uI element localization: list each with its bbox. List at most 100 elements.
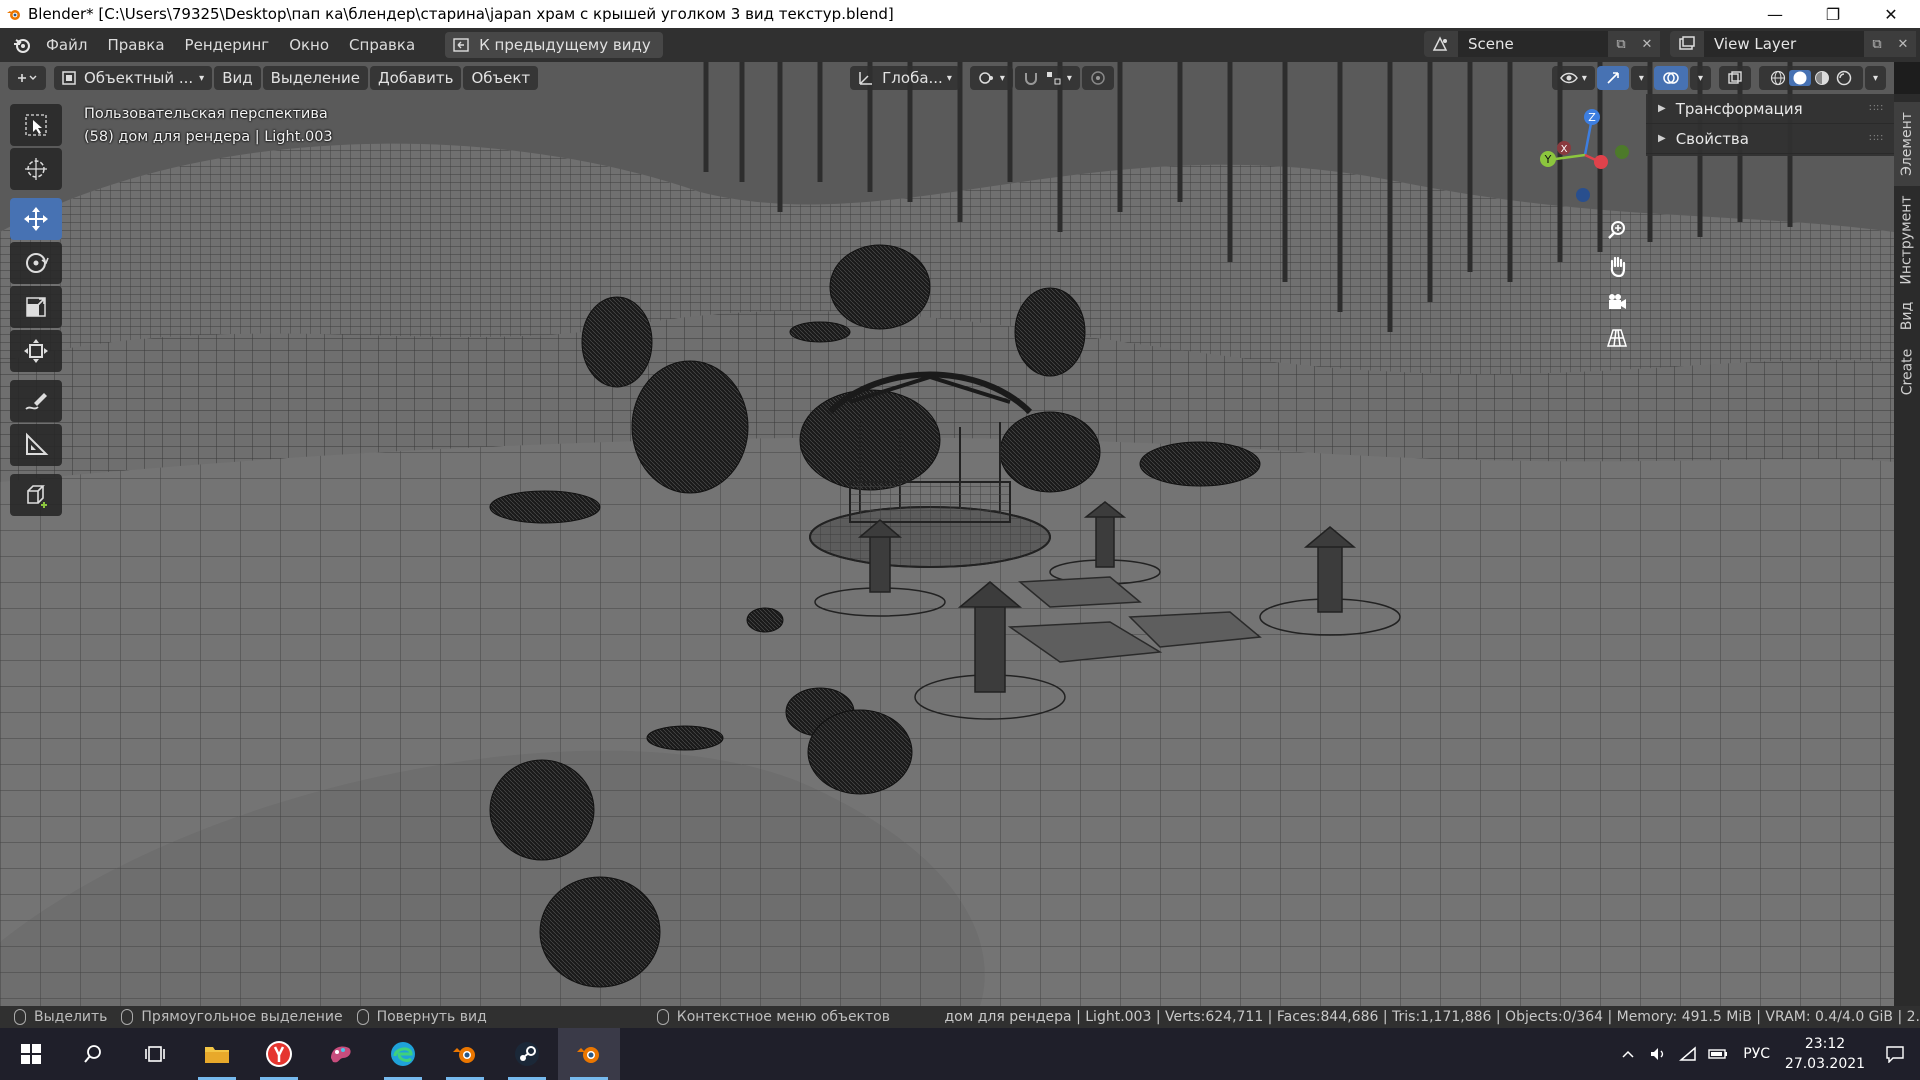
add-cube-tool[interactable] bbox=[10, 474, 62, 516]
steam-button[interactable] bbox=[496, 1028, 558, 1080]
shading-options-button[interactable]: ▾ bbox=[1864, 66, 1886, 90]
new-view-layer-icon[interactable]: ⧉ bbox=[1864, 31, 1890, 57]
menu-window[interactable]: Окно bbox=[279, 31, 339, 59]
search-button[interactable] bbox=[62, 1028, 124, 1080]
gizmo-options-button[interactable]: ▾ bbox=[1630, 66, 1652, 90]
viewport-active-object-label: (58) дом для рендера | Light.003 bbox=[84, 129, 333, 145]
overlays-toggle-button[interactable] bbox=[1653, 66, 1688, 90]
hint-context-label: Контекстное меню объектов bbox=[676, 1009, 890, 1025]
mouse-right-icon bbox=[656, 1009, 669, 1025]
new-scene-icon[interactable]: ⧉ bbox=[1608, 31, 1634, 57]
view-layer-icon[interactable] bbox=[1670, 31, 1704, 57]
rotate-tool[interactable] bbox=[10, 242, 62, 284]
tab-tool[interactable]: Инструмент bbox=[1894, 190, 1920, 290]
orientation-label: Глоба... bbox=[882, 69, 943, 87]
scene-statistics: дом для рендера | Light.003 | Verts:624,… bbox=[944, 1009, 1920, 1025]
scale-tool[interactable] bbox=[10, 286, 62, 328]
minimize-button[interactable]: — bbox=[1746, 0, 1804, 28]
language-indicator[interactable]: РУС bbox=[1733, 1046, 1780, 1062]
blender-icon bbox=[453, 1047, 475, 1063]
panel-properties[interactable]: ▶ Свойства ∷∷ bbox=[1646, 124, 1894, 154]
blender-taskbar-button-1[interactable] bbox=[434, 1028, 496, 1080]
edge-browser-button[interactable] bbox=[372, 1028, 434, 1080]
pan-hand-icon[interactable] bbox=[1602, 248, 1632, 284]
delete-scene-icon[interactable]: ✕ bbox=[1634, 31, 1660, 57]
windows-taskbar: РУС 23:12 27.03.2021 bbox=[0, 1028, 1920, 1080]
menu-select[interactable]: Выделение bbox=[262, 66, 368, 90]
notifications-icon[interactable] bbox=[1870, 1045, 1920, 1063]
blender-taskbar-button-2[interactable] bbox=[558, 1028, 620, 1080]
chevron-up-icon[interactable] bbox=[1613, 1049, 1643, 1059]
tab-create[interactable]: Create bbox=[1894, 342, 1920, 402]
gizmo-neg-y-axis[interactable] bbox=[1615, 145, 1629, 159]
wireframe-shading-icon[interactable] bbox=[1767, 70, 1789, 86]
mouse-drag-icon bbox=[121, 1009, 134, 1025]
maximize-button[interactable]: ❐ bbox=[1804, 0, 1862, 28]
drag-grip-icon[interactable]: ∷∷ bbox=[1869, 103, 1884, 114]
xray-toggle-button[interactable] bbox=[1718, 66, 1751, 90]
perspective-toggle-icon[interactable] bbox=[1602, 320, 1632, 356]
editor-type-button[interactable] bbox=[8, 66, 46, 90]
app-button-paint[interactable] bbox=[310, 1028, 372, 1080]
yandex-browser-button[interactable] bbox=[248, 1028, 310, 1080]
select-box-tool[interactable] bbox=[10, 104, 62, 146]
window-titlebar: Blender* [C:\Users\79325\Desktop\пап ка\… bbox=[0, 0, 1920, 28]
view-layer-name-field[interactable]: View Layer bbox=[1704, 31, 1864, 57]
scene-icon[interactable] bbox=[1424, 31, 1458, 57]
gizmo-toggle-button[interactable] bbox=[1596, 66, 1629, 90]
mode-dropdown[interactable]: Объектный ... ▾ bbox=[54, 66, 213, 90]
windows-logo-icon bbox=[21, 1044, 41, 1064]
battery-icon[interactable] bbox=[1703, 1048, 1733, 1060]
move-tool[interactable] bbox=[10, 198, 62, 240]
cursor-tool[interactable] bbox=[10, 148, 62, 190]
panel-transform[interactable]: ▶ Трансформация ∷∷ bbox=[1646, 94, 1894, 124]
back-icon bbox=[453, 38, 469, 52]
back-to-previous-button[interactable]: К предыдущему виду bbox=[445, 32, 663, 58]
blender-menu-icon[interactable] bbox=[8, 31, 36, 59]
tab-item[interactable]: Элемент bbox=[1894, 102, 1920, 186]
hint-select: Выделить bbox=[14, 1009, 107, 1025]
pivot-point-button[interactable]: ▾ bbox=[969, 66, 1013, 90]
menu-object[interactable]: Объект bbox=[463, 66, 539, 90]
scene-name-field[interactable]: Scene bbox=[1458, 31, 1608, 57]
transform-tool[interactable] bbox=[10, 330, 62, 372]
navigation-gizmo[interactable]: Z Y X bbox=[1530, 100, 1640, 210]
menu-help[interactable]: Справка bbox=[339, 31, 425, 59]
material-shading-icon[interactable] bbox=[1811, 70, 1833, 86]
menu-view[interactable]: Вид bbox=[214, 66, 261, 90]
solid-shading-icon[interactable] bbox=[1788, 70, 1811, 86]
menu-render[interactable]: Рендеринг bbox=[175, 31, 280, 59]
menu-file[interactable]: Файл bbox=[36, 31, 97, 59]
proportional-edit-button[interactable] bbox=[1081, 66, 1114, 90]
view-layer-selector[interactable]: View Layer ⧉ ✕ bbox=[1670, 31, 1916, 57]
gizmo-icon bbox=[1607, 72, 1619, 84]
menu-edit[interactable]: Правка bbox=[97, 31, 174, 59]
tab-view[interactable]: Вид bbox=[1894, 294, 1920, 338]
camera-view-icon[interactable] bbox=[1602, 284, 1632, 320]
zoom-icon[interactable] bbox=[1602, 212, 1632, 248]
orientation-dropdown[interactable]: Глоба... ▾ bbox=[850, 66, 960, 90]
scene-selector[interactable]: Scene ⧉ ✕ bbox=[1424, 31, 1660, 57]
gizmo-x-axis[interactable] bbox=[1594, 155, 1608, 169]
file-explorer-button[interactable] bbox=[186, 1028, 248, 1080]
close-button[interactable]: ✕ bbox=[1862, 0, 1920, 28]
visibility-button[interactable]: ▾ bbox=[1551, 66, 1595, 90]
clock[interactable]: 23:12 27.03.2021 bbox=[1780, 1034, 1870, 1074]
gizmo-neg-z-axis[interactable] bbox=[1576, 188, 1590, 202]
rendered-shading-icon[interactable] bbox=[1833, 70, 1855, 86]
chevron-down-icon: ▾ bbox=[1066, 72, 1072, 84]
measure-tool[interactable] bbox=[10, 424, 62, 466]
annotate-tool[interactable] bbox=[10, 380, 62, 422]
task-view-button[interactable] bbox=[124, 1028, 186, 1080]
network-icon[interactable] bbox=[1673, 1046, 1703, 1062]
volume-icon[interactable] bbox=[1643, 1046, 1673, 1062]
tab-create-label: Create bbox=[1899, 348, 1915, 396]
menu-add[interactable]: Добавить bbox=[369, 66, 462, 90]
snap-button[interactable]: ▾ bbox=[1014, 66, 1080, 90]
start-button[interactable] bbox=[0, 1028, 62, 1080]
clock-time: 23:12 bbox=[1804, 1036, 1846, 1052]
overlays-options-button[interactable]: ▾ bbox=[1689, 66, 1711, 90]
delete-view-layer-icon[interactable]: ✕ bbox=[1890, 31, 1916, 57]
drag-grip-icon[interactable]: ∷∷ bbox=[1869, 133, 1884, 144]
hint-box-select-label: Прямоугольное выделение bbox=[141, 1009, 343, 1025]
